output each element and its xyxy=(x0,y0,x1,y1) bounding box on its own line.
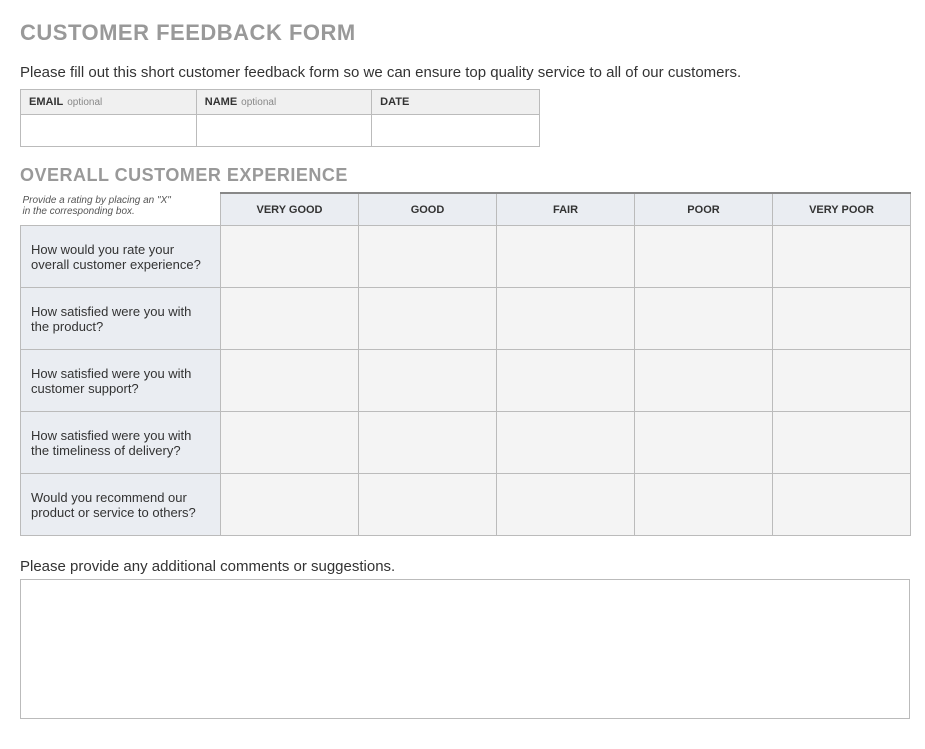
table-row: How satisfied were you with customer sup… xyxy=(21,350,911,412)
table-row: How would you rate your overall customer… xyxy=(21,226,911,288)
table-row: Would you recommend our product or servi… xyxy=(21,474,911,536)
table-row: How satisfied were you with the product? xyxy=(21,288,911,350)
section-title: OVERALL CUSTOMER EXPERIENCE xyxy=(20,165,905,186)
rating-cell[interactable] xyxy=(774,309,909,329)
rating-col-good: GOOD xyxy=(359,193,497,226)
rating-cell[interactable] xyxy=(636,309,771,329)
intro-text: Please fill out this short customer feed… xyxy=(20,64,905,81)
info-label: NAME xyxy=(205,96,237,108)
name-field[interactable] xyxy=(205,122,363,139)
table-row: How satisfied were you with the timeline… xyxy=(21,412,911,474)
rating-cell[interactable] xyxy=(360,433,495,453)
comments-label: Please provide any additional comments o… xyxy=(20,558,905,575)
rating-cell[interactable] xyxy=(222,433,357,453)
rating-col-poor: POOR xyxy=(635,193,773,226)
rating-cell[interactable] xyxy=(222,495,357,515)
rating-cell[interactable] xyxy=(498,309,633,329)
rating-cell[interactable] xyxy=(360,371,495,391)
info-optional: optional xyxy=(67,97,102,108)
rating-question: How would you rate your overall customer… xyxy=(21,226,221,288)
rating-cell[interactable] xyxy=(498,371,633,391)
rating-question: How satisfied were you with the product? xyxy=(21,288,221,350)
rating-question: How satisfied were you with customer sup… xyxy=(21,350,221,412)
rating-table: Provide a rating by placing an "X" in th… xyxy=(20,192,911,536)
rating-cell[interactable] xyxy=(498,433,633,453)
rating-cell[interactable] xyxy=(774,371,909,391)
page-title: CUSTOMER FEEDBACK FORM xyxy=(20,20,905,46)
info-table: EMAIL optional NAME optional DATE xyxy=(20,89,540,147)
info-header-email: EMAIL optional xyxy=(21,90,197,115)
info-label: DATE xyxy=(380,96,409,108)
rating-cell[interactable] xyxy=(774,433,909,453)
rating-col-very-good: VERY GOOD xyxy=(221,193,359,226)
rating-cell[interactable] xyxy=(360,247,495,267)
rating-question: How satisfied were you with the timeline… xyxy=(21,412,221,474)
rating-cell[interactable] xyxy=(636,433,771,453)
rating-cell[interactable] xyxy=(360,309,495,329)
rating-hint-line2: in the corresponding box. xyxy=(23,206,135,217)
rating-cell[interactable] xyxy=(636,371,771,391)
rating-cell[interactable] xyxy=(636,495,771,515)
rating-col-fair: FAIR xyxy=(497,193,635,226)
rating-hint-line1: Provide a rating by placing an "X" xyxy=(23,195,171,206)
rating-cell[interactable] xyxy=(774,495,909,515)
rating-col-very-poor: VERY POOR xyxy=(773,193,911,226)
rating-cell[interactable] xyxy=(498,495,633,515)
rating-cell[interactable] xyxy=(222,247,357,267)
rating-cell[interactable] xyxy=(636,247,771,267)
email-field[interactable] xyxy=(29,122,188,139)
rating-hint: Provide a rating by placing an "X" in th… xyxy=(21,193,221,226)
rating-cell[interactable] xyxy=(498,247,633,267)
rating-cell[interactable] xyxy=(360,495,495,515)
info-label: EMAIL xyxy=(29,96,63,108)
rating-cell[interactable] xyxy=(222,309,357,329)
rating-cell[interactable] xyxy=(222,371,357,391)
comments-field[interactable] xyxy=(20,579,910,719)
rating-cell[interactable] xyxy=(774,247,909,267)
date-field[interactable] xyxy=(380,122,531,139)
info-header-date: DATE xyxy=(372,90,540,115)
info-header-name: NAME optional xyxy=(196,90,371,115)
info-optional: optional xyxy=(241,97,276,108)
rating-question: Would you recommend our product or servi… xyxy=(21,474,221,536)
